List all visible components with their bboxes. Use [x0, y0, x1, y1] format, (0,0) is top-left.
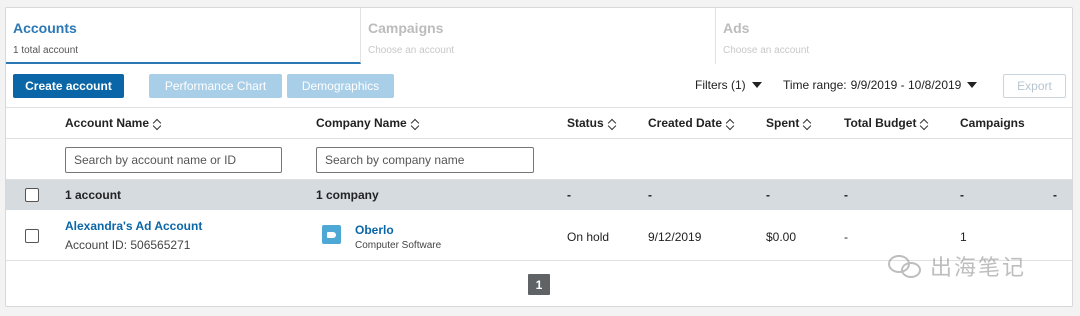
summary-created: -: [648, 188, 652, 202]
caret-down-icon: [967, 82, 978, 88]
summary-status: -: [567, 188, 571, 202]
tab-ads[interactable]: Ads Choose an account: [716, 8, 1072, 64]
account-id: Account ID: 506565271: [65, 238, 191, 252]
column-header-label: Total Budget: [844, 116, 917, 130]
company-logo-icon: [322, 225, 341, 244]
row-spent: $0.00: [766, 230, 797, 244]
column-header-total-budget[interactable]: Total Budget: [844, 116, 927, 130]
company-industry: Computer Software: [355, 240, 442, 251]
column-header-label: Status: [567, 116, 604, 130]
tab-campaigns[interactable]: Campaigns Choose an account: [361, 8, 716, 64]
watermark-text: 出海笔记: [930, 256, 1027, 281]
demographics-button[interactable]: Demographics: [287, 74, 394, 98]
sort-icon: [608, 118, 615, 129]
summary-campaigns: -: [960, 188, 964, 202]
company-search-input[interactable]: [316, 147, 534, 173]
tab-ads-title: Ads: [723, 20, 750, 36]
row-created-date: 9/12/2019: [648, 230, 702, 244]
column-header-created-date[interactable]: Created Date: [648, 116, 733, 130]
tab-campaigns-subtitle: Choose an account: [368, 45, 455, 56]
summary-spent: -: [766, 188, 770, 202]
column-header-label: Created Date: [648, 116, 723, 130]
time-range-value: 9/9/2019 - 10/8/2019: [850, 78, 962, 92]
tab-bar: Accounts 1 total account Campaigns Choos…: [6, 8, 1072, 64]
page-1-button[interactable]: 1: [528, 274, 550, 295]
sort-icon: [153, 118, 160, 129]
create-account-button[interactable]: Create account: [13, 74, 124, 98]
summary-extra: -: [1053, 188, 1057, 202]
sort-icon: [726, 118, 733, 129]
row-total-budget: -: [844, 230, 848, 244]
summary-budget: -: [844, 188, 848, 202]
row-status: On hold: [567, 230, 610, 244]
filters-label: Filters (1): [695, 78, 746, 92]
sort-icon: [803, 118, 810, 129]
column-header-label: Campaigns: [960, 116, 1025, 130]
sort-icon: [920, 118, 927, 129]
caret-down-icon: [751, 82, 762, 88]
row-checkbox[interactable]: [25, 229, 39, 243]
tab-accounts-title: Accounts: [13, 20, 77, 36]
account-name-link[interactable]: Alexandra's Ad Account: [65, 219, 202, 233]
filters-dropdown[interactable]: Filters (1): [695, 78, 762, 92]
wechat-watermark: 出海笔记: [888, 250, 1026, 282]
search-row: [6, 139, 1072, 180]
column-header-spent[interactable]: Spent: [766, 116, 810, 130]
column-header-label: Company Name: [316, 116, 407, 130]
select-all-checkbox[interactable]: [25, 188, 39, 202]
summary-row: 1 account 1 company - - - - - -: [6, 180, 1072, 210]
column-header-label: Spent: [766, 116, 800, 130]
export-button[interactable]: Export: [1003, 74, 1066, 98]
sort-icon: [411, 118, 418, 129]
time-range-label: Time range:: [783, 78, 847, 92]
company-name-link[interactable]: Oberlo: [355, 223, 394, 237]
tab-accounts-subtitle: 1 total account: [13, 45, 79, 56]
tab-ads-subtitle: Choose an account: [723, 45, 810, 56]
time-range-dropdown[interactable]: Time range: 9/9/2019 - 10/8/2019: [783, 78, 978, 92]
column-header-campaigns: Campaigns: [960, 116, 1025, 130]
wechat-icon: [888, 253, 924, 279]
performance-chart-button[interactable]: Performance Chart: [149, 74, 282, 98]
summary-account-count: 1 account: [65, 188, 122, 202]
tab-accounts[interactable]: Accounts 1 total account: [6, 8, 361, 64]
tab-campaigns-title: Campaigns: [368, 20, 444, 36]
row-campaigns: 1: [960, 230, 967, 244]
account-search-input[interactable]: [65, 147, 282, 173]
column-header-label: Account Name: [65, 116, 150, 130]
summary-company-count: 1 company: [316, 188, 379, 202]
column-header-account-name[interactable]: Account Name: [65, 116, 160, 130]
table-header: Account Name Company Name Status Created…: [6, 107, 1072, 139]
column-header-company-name[interactable]: Company Name: [316, 116, 418, 130]
column-header-status[interactable]: Status: [567, 116, 615, 130]
